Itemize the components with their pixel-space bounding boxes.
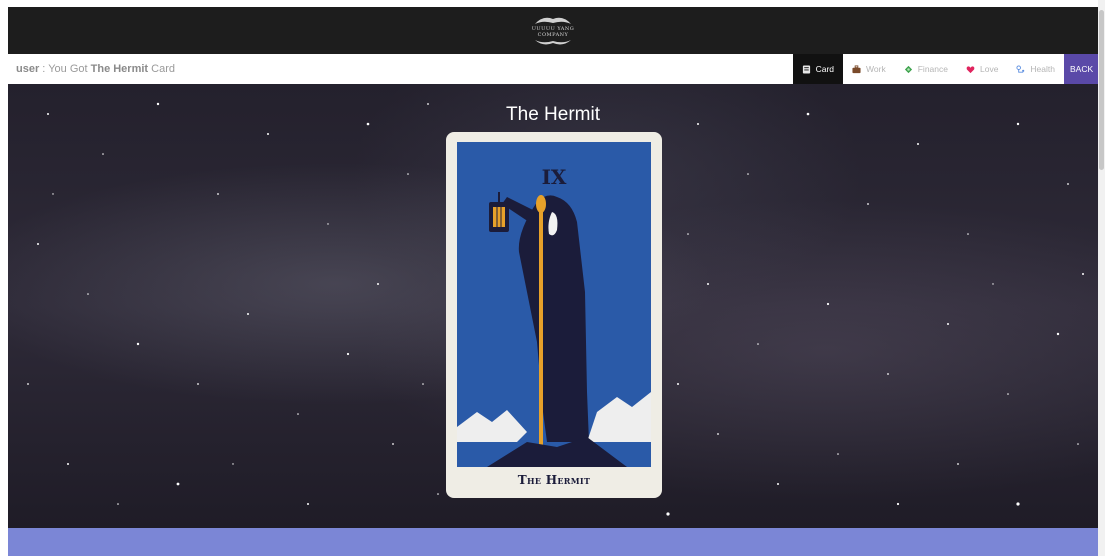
tab-love[interactable]: Love xyxy=(957,54,1007,84)
user-suffix: Card xyxy=(148,63,175,75)
user-name: user xyxy=(16,63,40,75)
logo-ornament-bottom-icon xyxy=(535,39,571,44)
money-icon xyxy=(904,65,912,73)
back-button[interactable]: BACK xyxy=(1064,54,1098,84)
scrollbar-thumb[interactable] xyxy=(1099,10,1104,170)
tarot-card[interactable]: IX The Hermit xyxy=(446,132,662,498)
category-tabs: Card Work Finance Love Health BACK xyxy=(792,54,1098,84)
app: UUUUU YANG COMPANY user : You Got The He… xyxy=(0,0,1105,556)
card-icon xyxy=(802,64,810,74)
tarot-card-illustration: IX xyxy=(457,142,651,467)
tab-finance-label: Finance xyxy=(917,64,948,74)
card-numeral: IX xyxy=(542,165,567,189)
tab-work-label: Work xyxy=(866,64,886,74)
bottom-band xyxy=(8,528,1098,556)
company-logo[interactable]: UUUUU YANG COMPANY xyxy=(523,9,583,53)
hermit-illustration-icon: IX xyxy=(457,142,651,467)
user-separator: : You Got xyxy=(39,63,91,75)
tab-health[interactable]: Health xyxy=(1007,54,1064,84)
starfield-background: The Hermit IX The Hermit xyxy=(8,84,1098,528)
card-caption: The Hermit xyxy=(517,473,591,487)
heart-icon xyxy=(966,65,975,73)
result-card-name: The Hermit xyxy=(90,63,149,75)
user-result-line: user : You Got The Hermit Card xyxy=(8,63,793,75)
briefcase-icon xyxy=(852,64,861,73)
tab-card[interactable]: Card xyxy=(792,54,844,84)
tab-work[interactable]: Work xyxy=(843,54,895,84)
tab-love-label: Love xyxy=(979,64,999,74)
tab-finance[interactable]: Finance xyxy=(895,54,957,84)
logo-ornament-top-icon xyxy=(535,17,571,24)
nav-bar: user : You Got The Hermit Card Card Work… xyxy=(8,54,1098,85)
page-scrollbar[interactable] xyxy=(1098,0,1105,556)
health-icon xyxy=(1016,64,1025,73)
left-margin xyxy=(0,0,8,556)
card-title: The Hermit xyxy=(506,104,600,125)
tab-health-label: Health xyxy=(1030,64,1055,74)
header-bar: UUUUU YANG COMPANY xyxy=(8,7,1098,54)
tab-card-label: Card xyxy=(815,64,835,74)
